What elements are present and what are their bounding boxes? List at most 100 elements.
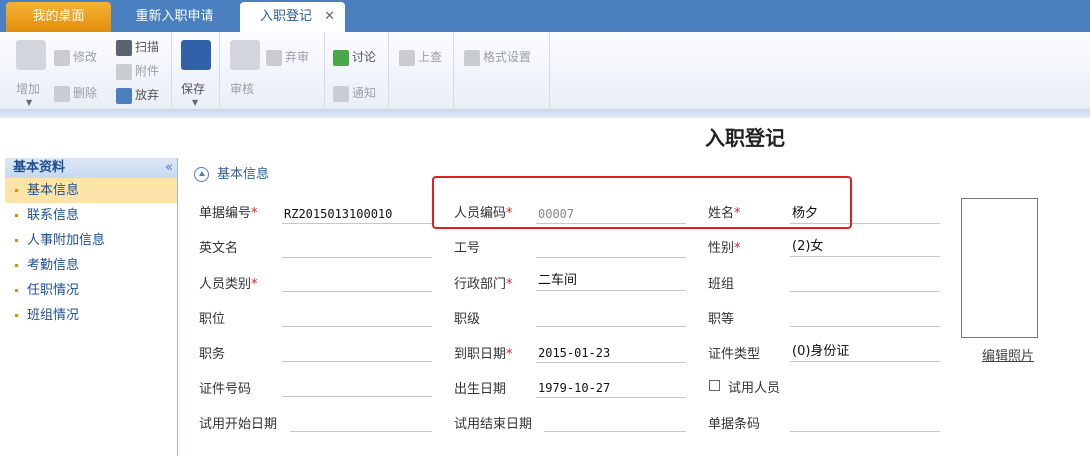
rank-field[interactable] xyxy=(536,307,686,327)
dept-label: 行政部门* xyxy=(454,277,513,292)
team-label: 班组 xyxy=(708,277,735,292)
trial-start-field[interactable] xyxy=(290,412,432,432)
bullet-icon xyxy=(15,239,18,242)
highlight-box xyxy=(432,176,852,229)
paperclip-icon xyxy=(116,63,132,80)
edit-button[interactable]: 修改 xyxy=(54,48,97,66)
trial-end-field[interactable] xyxy=(544,412,686,432)
tab-reapply[interactable]: 重新入职申请 xyxy=(112,2,237,32)
photo-box xyxy=(961,198,1038,338)
query-up-button[interactable]: 上查 xyxy=(399,48,442,66)
eng-name-field[interactable] xyxy=(282,238,432,258)
section-title-label: 基本信息 xyxy=(217,167,270,182)
delete-icon xyxy=(54,85,70,102)
add-document-icon xyxy=(16,40,46,70)
tab-onboarding[interactable]: 入职登记 ✕ xyxy=(240,2,345,32)
notify-button[interactable]: 通知 xyxy=(333,84,376,102)
scanner-icon xyxy=(116,39,132,56)
tab-label: 我的桌面 xyxy=(32,9,85,24)
trial-start-label: 试用开始日期 xyxy=(199,417,278,432)
sidebar-item-basic-info[interactable]: 基本信息 xyxy=(5,178,177,203)
toolbar-divider xyxy=(0,110,1090,118)
close-icon[interactable]: ✕ xyxy=(324,2,335,32)
position-label: 职位 xyxy=(199,312,226,327)
barcode-label: 单据条码 xyxy=(708,417,761,432)
gender-field[interactable]: (2)女 xyxy=(790,237,940,257)
job-no-label: 工号 xyxy=(454,241,481,256)
sidebar-header: 基本资料 « xyxy=(5,158,177,178)
toolbar: 增加 ▼ 修改 删除 扫描 附件 放弃 保存 ▼ 审核 弃审 讨论 通知 上查 … xyxy=(0,32,1090,110)
tab-my-desktop[interactable]: 我的桌面 xyxy=(6,2,111,32)
collapse-up-icon xyxy=(194,167,209,182)
edit-photo-link[interactable]: 编辑照片 xyxy=(982,345,1034,364)
dept-field[interactable]: 二车间 xyxy=(536,271,686,291)
chevron-down-icon: ▼ xyxy=(26,98,33,107)
emp-type-field[interactable] xyxy=(282,272,432,292)
bullet-icon xyxy=(15,189,18,192)
tab-label: 入职登记 xyxy=(260,9,313,24)
id-no-label: 证件号码 xyxy=(199,382,252,397)
chat-icon xyxy=(333,49,349,66)
sidebar-item-team[interactable]: 班组情况 xyxy=(5,303,177,328)
toolbar-group-collab: 讨论 通知 xyxy=(325,32,389,110)
toolbar-group-review: 审核 弃审 xyxy=(220,32,325,110)
doc-no-field[interactable]: RZ2015013100010 xyxy=(282,204,432,224)
birth-field[interactable]: 1979-10-27 xyxy=(536,378,686,398)
hire-date-field[interactable]: 2015-01-23 xyxy=(536,343,686,363)
grade-field[interactable] xyxy=(790,307,940,327)
toolbar-group-edit: 增加 ▼ 修改 删除 扫描 附件 放弃 xyxy=(0,32,172,110)
abandon-icon xyxy=(266,49,282,66)
hire-date-label: 到职日期* xyxy=(454,347,513,362)
sidebar-item-label: 人事附加信息 xyxy=(27,233,106,248)
tab-bar: 我的桌面 重新入职申请 入职登记 ✕ xyxy=(0,0,1090,32)
discard-icon xyxy=(116,87,132,104)
tab-label: 重新入职申请 xyxy=(135,9,214,24)
discuss-button[interactable]: 讨论 xyxy=(333,48,376,66)
toolbar-group-format: 格式设置 xyxy=(454,32,550,110)
trial-end-label: 试用结束日期 xyxy=(454,417,533,432)
grade-label: 职等 xyxy=(708,312,735,327)
review-button[interactable]: 审核 xyxy=(230,80,254,97)
team-field[interactable] xyxy=(790,272,940,292)
abandon-review-button[interactable]: 弃审 xyxy=(266,48,309,66)
sidebar-item-contact-info[interactable]: 联系信息 xyxy=(5,203,177,228)
sidebar-item-appointment[interactable]: 任职情况 xyxy=(5,278,177,303)
discard-button[interactable]: 放弃 xyxy=(116,86,159,104)
duty-field[interactable] xyxy=(282,342,432,362)
page-title: 入职登记 xyxy=(705,126,785,150)
sidebar-item-label: 联系信息 xyxy=(27,208,80,223)
id-type-field[interactable]: (0)身份证 xyxy=(790,342,940,362)
megaphone-icon xyxy=(333,85,349,102)
attach-button[interactable]: 附件 xyxy=(116,62,159,80)
collapse-icon[interactable]: « xyxy=(165,158,173,178)
pencil-icon xyxy=(54,49,70,66)
review-document-icon xyxy=(230,40,260,70)
format-icon xyxy=(464,49,480,66)
job-no-field[interactable] xyxy=(536,238,686,258)
sidebar-header-label: 基本资料 xyxy=(13,160,66,175)
sidebar-item-attendance[interactable]: 考勤信息 xyxy=(5,253,177,278)
id-no-field[interactable] xyxy=(282,377,432,397)
sidebar-item-hr-additional[interactable]: 人事附加信息 xyxy=(5,228,177,253)
up-arrow-icon xyxy=(399,49,415,66)
bullet-icon xyxy=(15,314,18,317)
bullet-icon xyxy=(15,264,18,267)
duty-label: 职务 xyxy=(199,347,226,362)
sidebar-item-label: 任职情况 xyxy=(27,283,80,298)
floppy-disk-icon xyxy=(181,40,211,70)
doc-no-label: 单据编号* xyxy=(199,206,258,221)
position-field[interactable] xyxy=(282,307,432,327)
trial-checkbox[interactable] xyxy=(709,380,720,391)
sidebar-item-label: 班组情况 xyxy=(27,308,80,323)
sidebar-item-label: 基本信息 xyxy=(27,183,80,198)
barcode-field[interactable] xyxy=(790,412,940,432)
rank-label: 职级 xyxy=(454,312,481,327)
section-title[interactable]: 基本信息 xyxy=(194,163,269,182)
bullet-icon xyxy=(15,214,18,217)
sidebar-item-label: 考勤信息 xyxy=(27,258,80,273)
emp-type-label: 人员类别* xyxy=(199,277,258,292)
eng-name-label: 英文名 xyxy=(199,241,239,256)
scan-button[interactable]: 扫描 xyxy=(116,38,159,56)
delete-button[interactable]: 删除 xyxy=(54,84,97,102)
format-settings-button[interactable]: 格式设置 xyxy=(464,48,531,66)
